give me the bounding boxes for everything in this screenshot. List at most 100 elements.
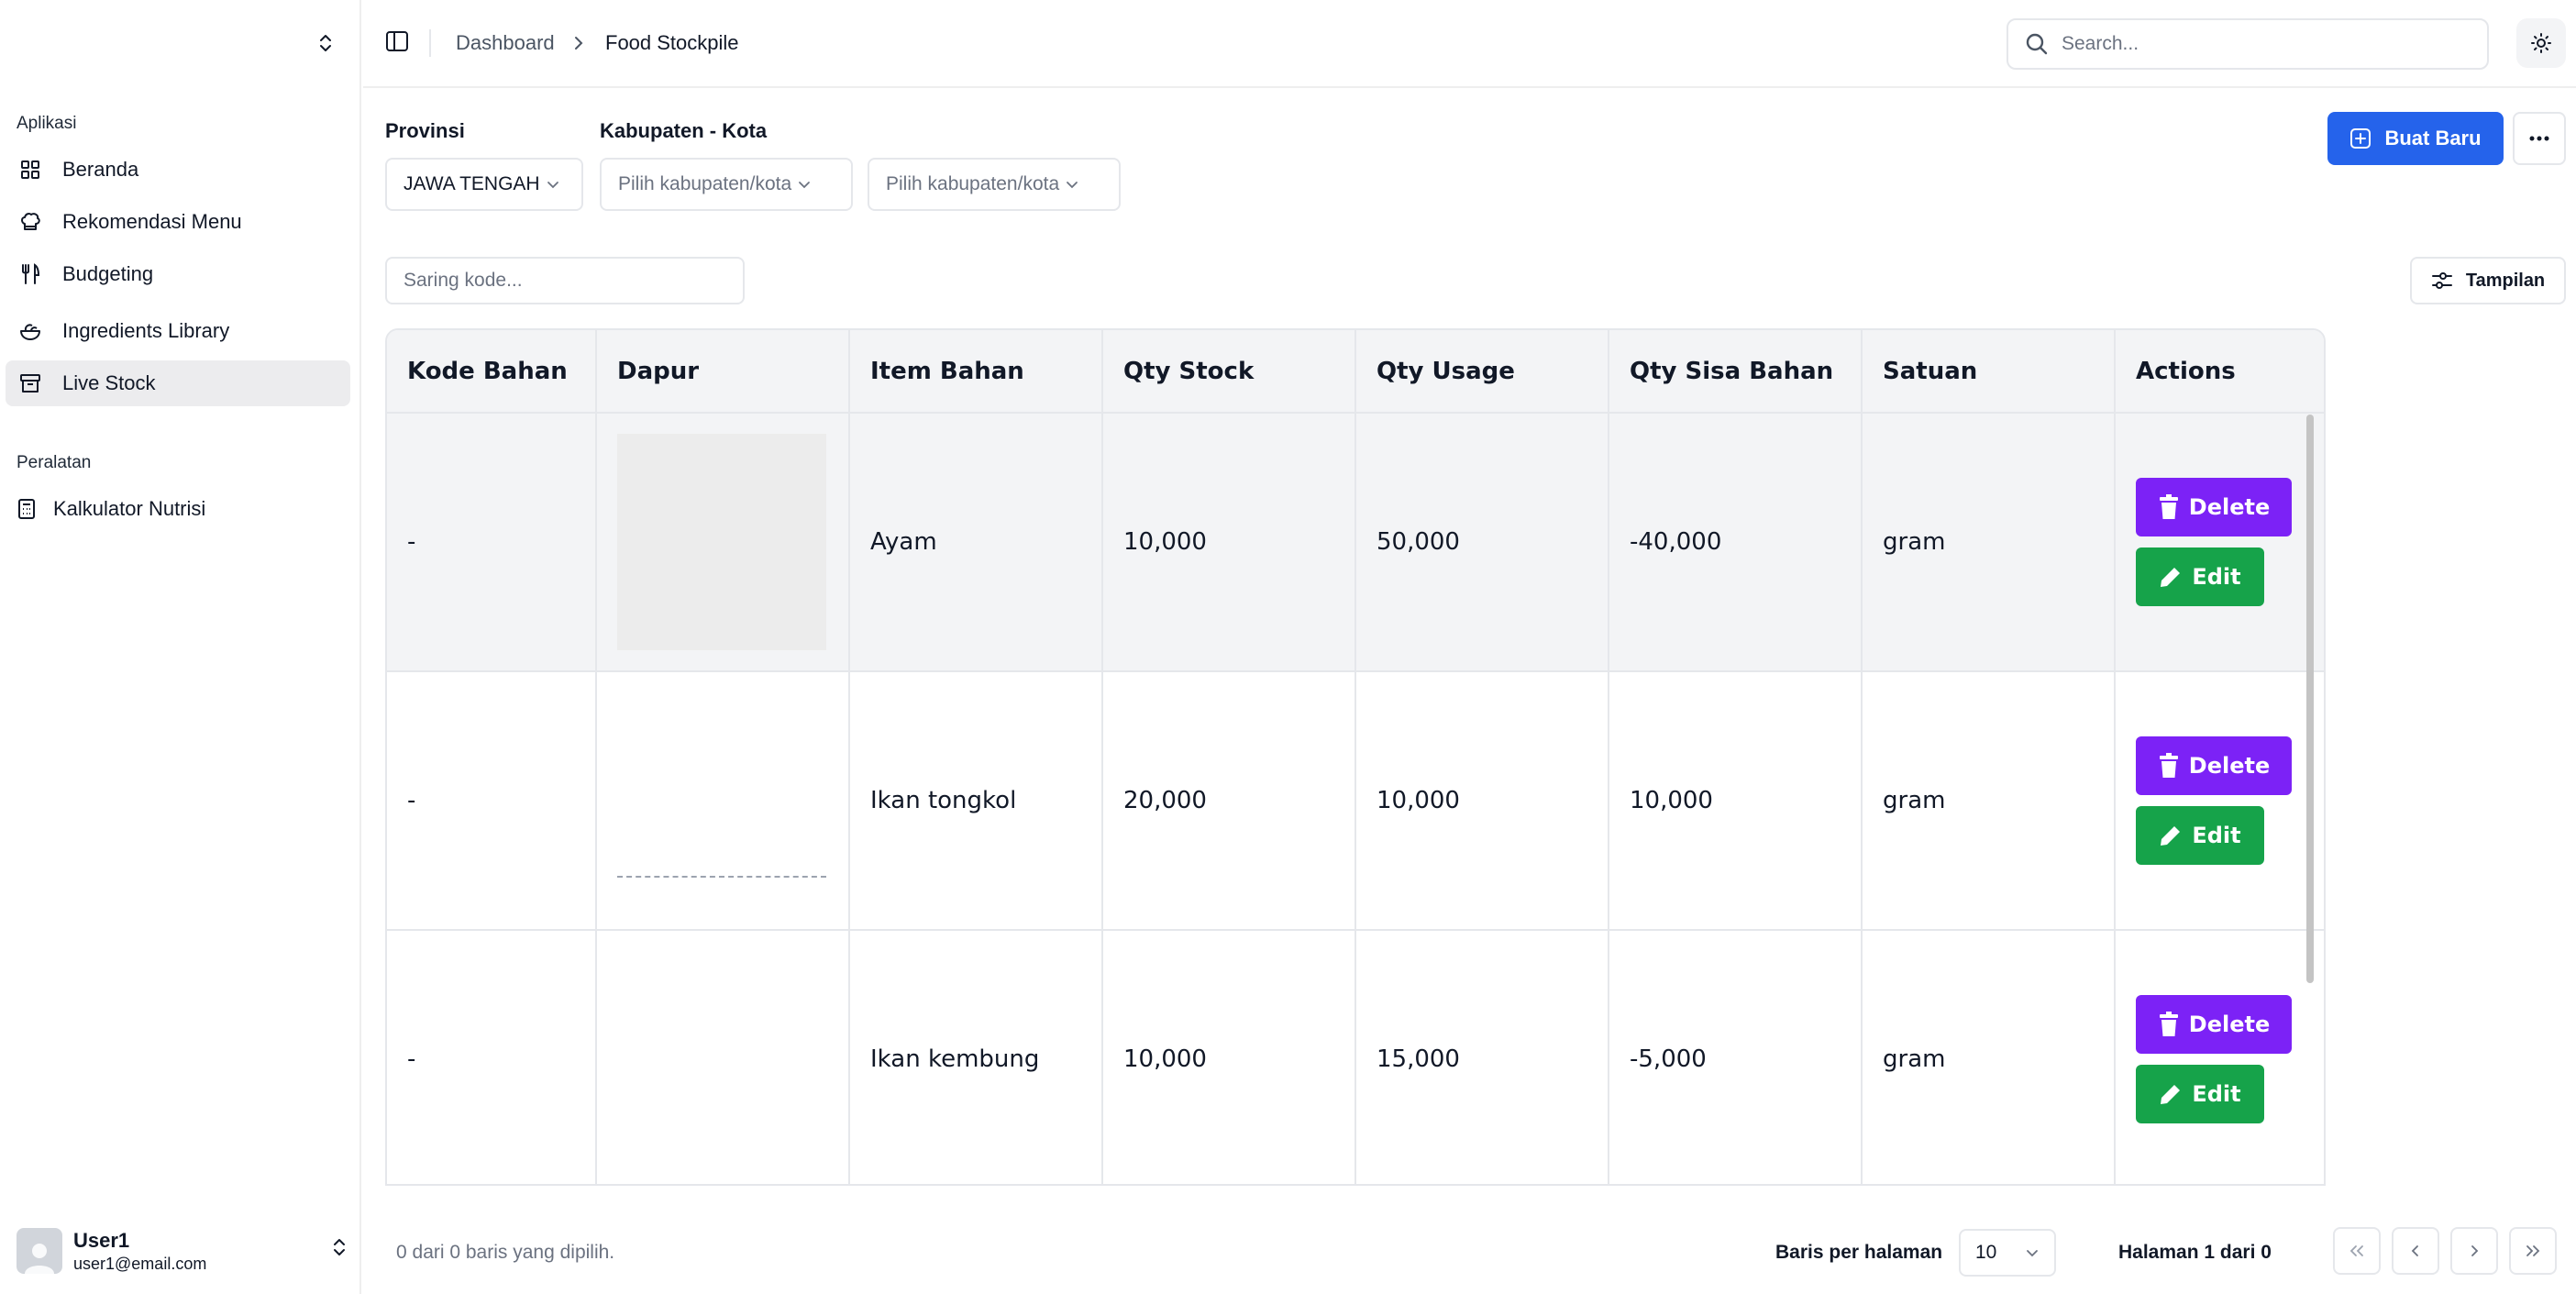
- cell-qty-usage: 10,000: [1355, 671, 1609, 931]
- rows-per-page-select[interactable]: 10: [1959, 1229, 2056, 1277]
- breadcrumb-dashboard[interactable]: Dashboard: [456, 31, 555, 55]
- delete-button[interactable]: Delete: [2136, 736, 2292, 795]
- sidebar-item-rekomendasi-menu[interactable]: Rekomendasi Menu: [6, 199, 350, 245]
- create-new-button[interactable]: Buat Baru: [2327, 112, 2504, 165]
- column-header-kode-bahan[interactable]: Kode Bahan: [387, 330, 597, 414]
- sidebar-toggle-icon[interactable]: [385, 29, 409, 53]
- sidebar-item-live-stock[interactable]: Live Stock: [6, 360, 350, 406]
- delete-button[interactable]: Delete: [2136, 995, 2292, 1054]
- cell-item: Ikan tongkol: [849, 671, 1103, 931]
- edit-button[interactable]: Edit: [2136, 1065, 2264, 1123]
- code-filter-box[interactable]: [385, 257, 745, 304]
- cell-qty-usage: 15,000: [1355, 930, 1609, 1184]
- cell-kode: -: [387, 413, 597, 672]
- delete-label: Delete: [2188, 494, 2271, 520]
- trash-icon: [2158, 753, 2189, 779]
- sidebar-section-aplikasi: Aplikasi: [17, 114, 77, 133]
- chevron-down-icon: [1059, 179, 1079, 190]
- trash-icon: [2158, 494, 2189, 520]
- chevrons-right-icon: [2525, 1244, 2541, 1258]
- last-page-button[interactable]: [2509, 1227, 2557, 1275]
- edit-label: Edit: [2192, 823, 2241, 848]
- more-options-button[interactable]: [2513, 112, 2566, 165]
- sidebar-item-budgeting[interactable]: Budgeting: [6, 251, 350, 297]
- cell-dapur: [596, 413, 850, 672]
- next-page-button[interactable]: [2450, 1227, 2498, 1275]
- kabupaten-label: Kabupaten - Kota: [600, 119, 768, 142]
- column-header-qty-usage[interactable]: Qty Usage: [1355, 330, 1609, 414]
- provinsi-value: JAWA TENGAH: [404, 173, 540, 194]
- kabupaten-placeholder: Pilih kabupaten/kota: [618, 173, 792, 194]
- salad-icon: [17, 317, 44, 345]
- workspace-switcher-chevron-icon[interactable]: [312, 28, 339, 59]
- cell-qty-sisa: -5,000: [1609, 930, 1863, 1184]
- cell-actions: Delete Edit: [2115, 930, 2324, 1184]
- pencil-icon: [2159, 565, 2192, 589]
- column-header-qty-sisa-bahan[interactable]: Qty Sisa Bahan: [1609, 330, 1863, 414]
- table-header-row: Kode Bahan Dapur Item Bahan Qty Stock Qt…: [387, 330, 2324, 414]
- sun-icon: [2530, 32, 2552, 54]
- cell-kode: -: [387, 671, 597, 931]
- provinsi-select[interactable]: JAWA TENGAH: [385, 158, 583, 211]
- column-header-item-bahan[interactable]: Item Bahan: [849, 330, 1103, 414]
- sliders-icon: [2431, 271, 2466, 291]
- edit-label: Edit: [2192, 564, 2241, 590]
- table-row[interactable]: - Ikan tongkol 20,000 10,000 10,000 gram…: [387, 671, 2324, 931]
- view-options-button[interactable]: Tampilan: [2410, 257, 2566, 304]
- breadcrumb-separator-icon: [572, 33, 585, 57]
- cell-satuan: gram: [1862, 671, 2116, 931]
- cell-dapur: [596, 876, 850, 1184]
- previous-page-button[interactable]: [2392, 1227, 2439, 1275]
- chevron-down-icon: [791, 179, 812, 190]
- cell-qty-sisa: 10,000: [1609, 671, 1863, 931]
- archive-icon: [17, 370, 44, 397]
- search-icon: [2025, 32, 2049, 56]
- sidebar-item-label: Kalkulator Nutrisi: [53, 497, 206, 520]
- chevron-up-down-icon: [332, 1236, 347, 1263]
- sidebar-item-beranda[interactable]: Beranda: [6, 147, 350, 193]
- chevron-down-icon: [2025, 1247, 2040, 1258]
- column-header-qty-stock[interactable]: Qty Stock: [1102, 330, 1356, 414]
- theme-toggle-button[interactable]: [2516, 18, 2566, 68]
- edit-button[interactable]: Edit: [2136, 547, 2264, 606]
- edit-label: Edit: [2192, 1081, 2241, 1107]
- kabupaten-select[interactable]: Pilih kabupaten/kota: [600, 158, 853, 211]
- user-menu[interactable]: User1 user1@email.com: [17, 1225, 347, 1277]
- plus-square-icon: [2349, 127, 2384, 149]
- delete-button[interactable]: Delete: [2136, 478, 2292, 536]
- sidebar: Aplikasi Beranda Rekomendasi Menu Budget…: [0, 0, 361, 1294]
- search-box[interactable]: [2007, 18, 2489, 70]
- calculator-icon: [13, 495, 40, 523]
- sidebar-item-kalkulator-nutrisi[interactable]: Kalkulator Nutrisi: [6, 486, 350, 532]
- sidebar-item-ingredients-library[interactable]: Ingredients Library: [6, 308, 350, 354]
- edit-button[interactable]: Edit: [2136, 806, 2264, 865]
- sidebar-item-label: Rekomendasi Menu: [62, 210, 242, 233]
- chevron-down-icon: [540, 179, 560, 190]
- pencil-icon: [2159, 1082, 2192, 1106]
- pencil-icon: [2159, 824, 2192, 847]
- user-name: User1: [73, 1228, 130, 1252]
- column-header-actions: Actions: [2115, 330, 2324, 414]
- table-row[interactable]: - Ikan kembung 10,000 15,000 -5,000 gram…: [387, 876, 2324, 1184]
- cell-kode: -: [387, 930, 597, 1184]
- table-row[interactable]: - Ayam 10,000 50,000 -40,000 gram Delete…: [387, 413, 2324, 672]
- sidebar-item-label: Ingredients Library: [62, 319, 230, 342]
- first-page-button[interactable]: [2333, 1227, 2381, 1275]
- chevron-left-icon: [2409, 1244, 2422, 1258]
- table-scrollbar[interactable]: [2306, 415, 2314, 983]
- cell-satuan: gram: [1862, 413, 2116, 672]
- chevron-right-icon: [2468, 1244, 2481, 1258]
- sidebar-section-peralatan: Peralatan: [17, 453, 92, 472]
- kabupaten-select-secondary[interactable]: Pilih kabupaten/kota: [868, 158, 1121, 211]
- page-info: Halaman 1 dari 0: [2118, 1242, 2272, 1263]
- kabupaten-placeholder: Pilih kabupaten/kota: [886, 173, 1060, 194]
- provinsi-label: Provinsi: [385, 119, 465, 142]
- rows-per-page-value: 10: [1975, 1242, 1997, 1263]
- search-input[interactable]: [2062, 33, 2465, 55]
- cell-qty-sisa: -40,000: [1609, 413, 1863, 672]
- code-filter-input[interactable]: [387, 259, 743, 303]
- column-header-dapur[interactable]: Dapur: [596, 330, 850, 414]
- column-header-satuan[interactable]: Satuan: [1862, 330, 2116, 414]
- cell-qty-usage: 50,000: [1355, 413, 1609, 672]
- trash-icon: [2158, 1012, 2189, 1037]
